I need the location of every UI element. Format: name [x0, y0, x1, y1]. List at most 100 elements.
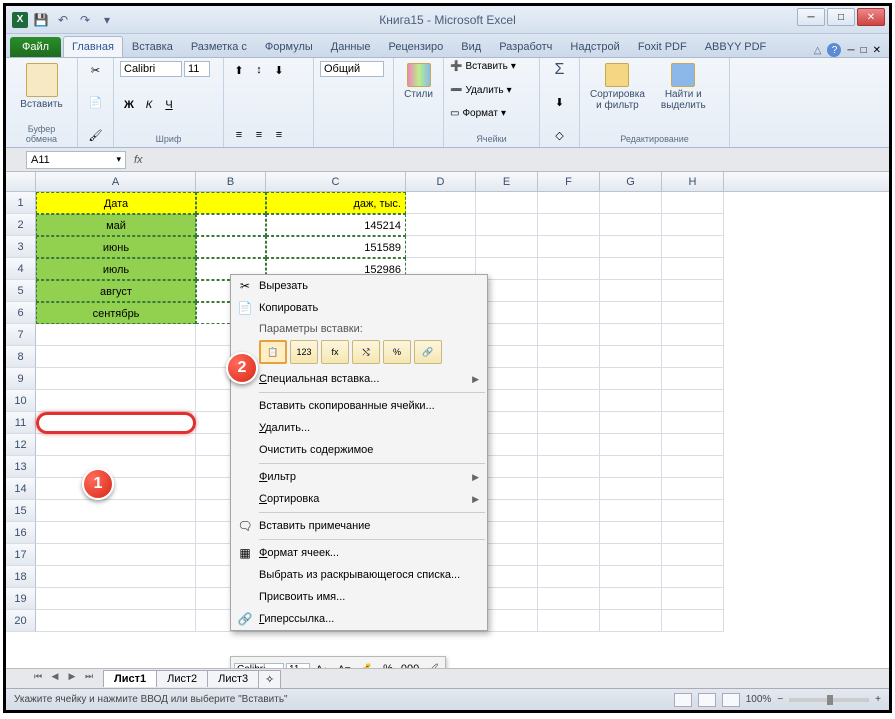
help-icon[interactable]: ?	[827, 43, 841, 57]
row-header[interactable]: 11	[6, 412, 36, 434]
cell[interactable]	[538, 192, 600, 214]
cm-copy[interactable]: 📄Копировать	[231, 297, 487, 319]
clear-icon[interactable]: ◇	[551, 126, 569, 144]
cell[interactable]	[662, 412, 724, 434]
cell[interactable]: май	[36, 214, 196, 236]
col-header-f[interactable]: F	[538, 172, 600, 191]
cell[interactable]	[662, 236, 724, 258]
font-name-select[interactable]	[120, 61, 182, 77]
row-header[interactable]: 17	[6, 544, 36, 566]
cell[interactable]: 145214	[266, 214, 406, 236]
find-select-button[interactable]: Найти и выделить	[657, 61, 710, 113]
tab-view[interactable]: Вид	[452, 36, 490, 57]
cell[interactable]	[36, 588, 196, 610]
cell[interactable]: Дата	[36, 192, 196, 214]
cell[interactable]	[36, 434, 196, 456]
cell[interactable]	[662, 214, 724, 236]
cell[interactable]	[600, 566, 662, 588]
cell[interactable]	[538, 214, 600, 236]
cell[interactable]	[662, 368, 724, 390]
row-header[interactable]: 13	[6, 456, 36, 478]
col-header-c[interactable]: C	[266, 172, 406, 191]
cell[interactable]	[662, 324, 724, 346]
align-middle-icon[interactable]: ↕	[250, 61, 268, 79]
cell[interactable]	[600, 610, 662, 632]
cell[interactable]: июнь	[36, 236, 196, 258]
zoom-level[interactable]: 100%	[746, 694, 772, 705]
cell[interactable]	[36, 456, 196, 478]
view-page-layout-icon[interactable]	[698, 693, 716, 707]
sheet-tab-1[interactable]: Лист1	[103, 670, 157, 687]
cell[interactable]	[600, 544, 662, 566]
row-header[interactable]: 10	[6, 390, 36, 412]
paste-opt-values[interactable]: 123	[290, 340, 318, 364]
cell[interactable]	[600, 412, 662, 434]
col-header-h[interactable]: H	[662, 172, 724, 191]
tab-foxit[interactable]: Foxit PDF	[629, 36, 696, 57]
cell[interactable]	[538, 302, 600, 324]
cm-format-cells[interactable]: ▦Формат ячеек...	[231, 542, 487, 564]
cell[interactable]	[538, 346, 600, 368]
fx-button[interactable]: fx	[126, 154, 151, 166]
view-normal-icon[interactable]	[674, 693, 692, 707]
cm-insert-copied[interactable]: Вставить скопированные ячейки...	[231, 395, 487, 417]
cm-hyperlink[interactable]: 🔗Гиперссылка...	[231, 608, 487, 630]
tab-abbyy[interactable]: ABBYY PDF	[696, 36, 776, 57]
align-right-icon[interactable]: ≡	[270, 126, 288, 144]
row-header[interactable]: 18	[6, 566, 36, 588]
sheet-tab-new[interactable]: ✧	[258, 670, 281, 688]
cell[interactable]	[36, 544, 196, 566]
cell[interactable]	[476, 192, 538, 214]
cell[interactable]	[600, 390, 662, 412]
cell[interactable]	[600, 302, 662, 324]
cm-sort[interactable]: Сортировка▶	[231, 488, 487, 510]
row-header[interactable]: 14	[6, 478, 36, 500]
cell[interactable]	[662, 456, 724, 478]
cell[interactable]	[406, 236, 476, 258]
cell[interactable]: сентябрь	[36, 302, 196, 324]
paste-opt-formatting[interactable]: %	[383, 340, 411, 364]
cell[interactable]	[538, 236, 600, 258]
cell[interactable]: 151589	[266, 236, 406, 258]
cell[interactable]	[36, 346, 196, 368]
paste-opt-formulas[interactable]: fx	[321, 340, 349, 364]
cell[interactable]	[662, 588, 724, 610]
sort-filter-button[interactable]: Сортировка и фильтр	[586, 61, 649, 113]
cell[interactable]	[662, 434, 724, 456]
italic-button[interactable]: К	[140, 96, 158, 114]
doc-minimize-icon[interactable]: ─	[847, 45, 854, 56]
sheet-nav-last-icon[interactable]: ⏭	[81, 671, 97, 687]
col-header-d[interactable]: D	[406, 172, 476, 191]
sheet-nav-first-icon[interactable]: ⏮	[30, 671, 46, 687]
cell[interactable]	[538, 434, 600, 456]
row-header[interactable]: 7	[6, 324, 36, 346]
row-header[interactable]: 5	[6, 280, 36, 302]
cell[interactable]	[196, 214, 266, 236]
styles-button[interactable]: Стили	[400, 61, 437, 102]
cell[interactable]	[538, 280, 600, 302]
zoom-in-icon[interactable]: +	[875, 694, 881, 705]
insert-cells-button[interactable]: ➕Вставить ▾	[450, 61, 533, 72]
font-size-select[interactable]	[184, 61, 210, 77]
cell[interactable]	[196, 192, 266, 214]
cell[interactable]	[538, 610, 600, 632]
view-page-break-icon[interactable]	[722, 693, 740, 707]
tab-data[interactable]: Данные	[322, 36, 380, 57]
cell[interactable]	[600, 346, 662, 368]
doc-restore-icon[interactable]: □	[861, 45, 867, 56]
cell[interactable]	[662, 346, 724, 368]
row-header[interactable]: 3	[6, 236, 36, 258]
cell[interactable]	[538, 412, 600, 434]
cell[interactable]	[538, 544, 600, 566]
autosum-icon[interactable]: Σ	[555, 61, 565, 79]
cell[interactable]	[600, 588, 662, 610]
cell[interactable]	[538, 500, 600, 522]
cell[interactable]	[662, 500, 724, 522]
cell[interactable]	[662, 192, 724, 214]
cm-cut[interactable]: ✂Вырезать	[231, 275, 487, 297]
align-bottom-icon[interactable]: ⬇	[270, 61, 288, 79]
cell[interactable]	[600, 456, 662, 478]
sheet-nav-prev-icon[interactable]: ◀	[47, 671, 63, 687]
cell[interactable]	[36, 522, 196, 544]
row-header[interactable]: 20	[6, 610, 36, 632]
